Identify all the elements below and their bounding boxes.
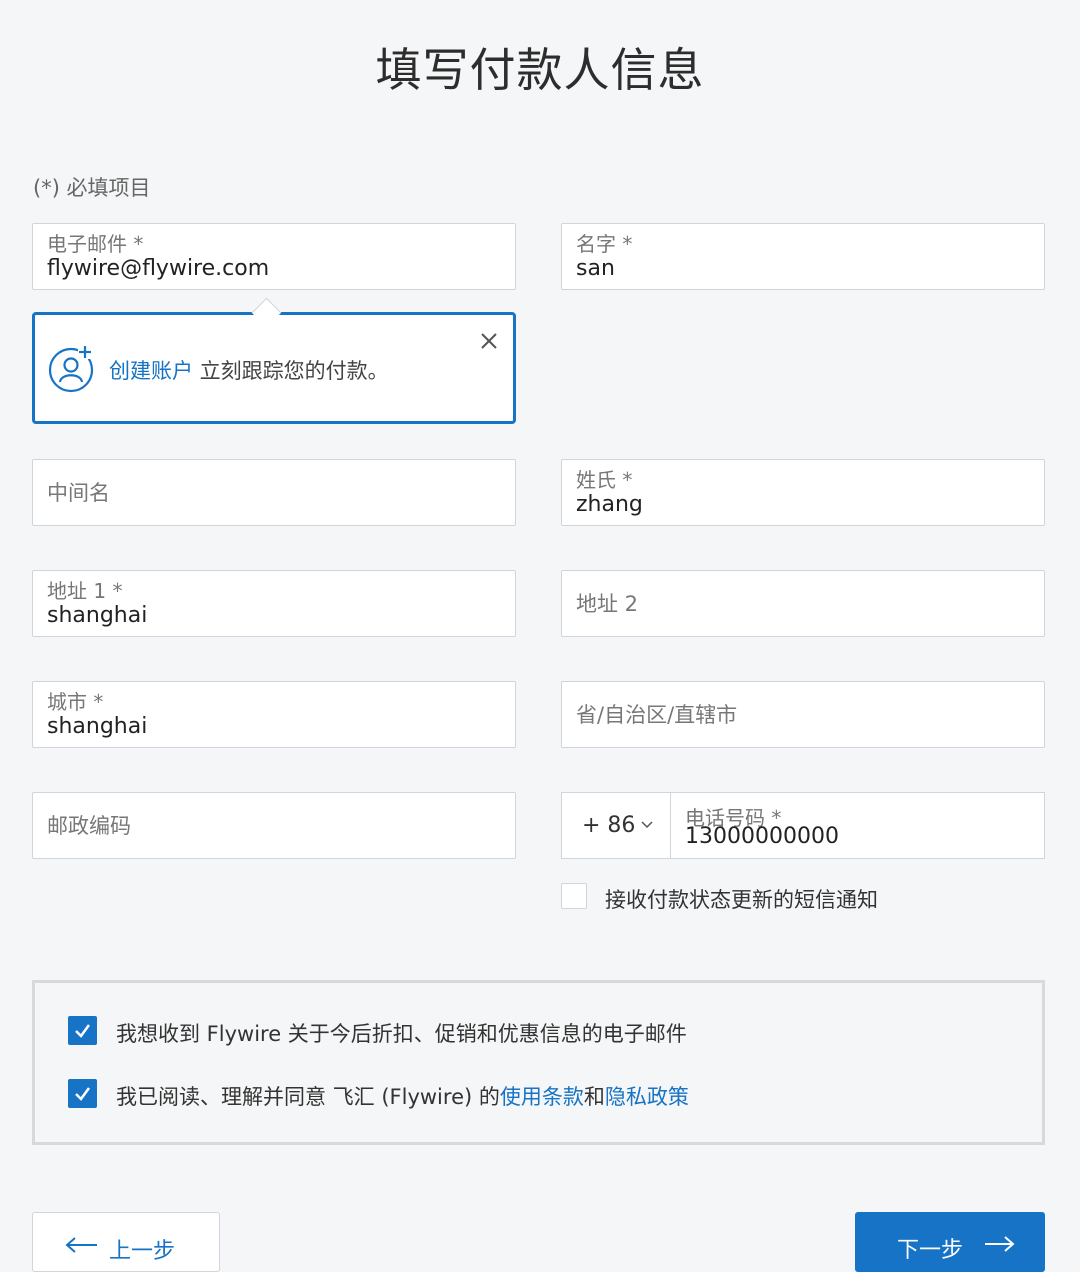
page-title: 填写付款人信息 — [375, 43, 705, 97]
back-button[interactable]: 上一步 — [32, 1212, 220, 1272]
popover-notch — [251, 297, 282, 328]
last-name-label: 姓氏 * — [576, 468, 633, 492]
marketing-label: 我想收到 Flywire 关于今后折扣、促销和优惠信息的电子邮件 — [116, 1022, 687, 1046]
next-button[interactable]: 下一步 — [855, 1212, 1045, 1272]
check-icon — [75, 1024, 91, 1038]
chevron-down-icon — [641, 821, 653, 829]
first-name-value: san — [576, 256, 615, 281]
sms-checkbox[interactable] — [561, 883, 587, 909]
consent-panel: 我想收到 Flywire 关于今后折扣、促销和优惠信息的电子邮件 我已阅读、理解… — [32, 980, 1045, 1145]
close-icon[interactable] — [477, 329, 501, 353]
sms-label: 接收付款状态更新的短信通知 — [605, 888, 878, 912]
email-field[interactable]: 电子邮件 * flywire@flywire.com — [32, 223, 516, 290]
create-account-link[interactable]: 创建账户 — [109, 359, 193, 383]
address2-placeholder: 地址 2 — [576, 592, 639, 616]
city-label: 城市 * — [47, 690, 104, 714]
phone-value: 13000000000 — [685, 824, 839, 849]
arrow-right-icon — [985, 1236, 1015, 1252]
email-value: flywire@flywire.com — [47, 256, 270, 281]
terms-checkbox[interactable] — [68, 1079, 97, 1108]
address1-label: 地址 1 * — [47, 579, 123, 603]
country-code-value: + 86 — [582, 813, 636, 838]
postal-code-field[interactable]: 邮政编码 — [32, 792, 516, 859]
add-user-icon — [48, 345, 94, 393]
address1-value: shanghai — [47, 603, 148, 628]
terms-of-use-link[interactable]: 使用条款 — [500, 1085, 584, 1109]
terms-and: 和 — [583, 1085, 605, 1109]
province-placeholder: 省/自治区/直辖市 — [576, 703, 738, 727]
address2-field[interactable]: 地址 2 — [561, 570, 1045, 637]
first-name-label: 名字 * — [576, 232, 633, 256]
phone-field[interactable]: 电话号码 * 13000000000 — [670, 792, 1045, 859]
arrow-left-icon — [65, 1237, 97, 1253]
middle-name-placeholder: 中间名 — [47, 481, 110, 505]
city-field[interactable]: 城市 * shanghai — [32, 681, 516, 748]
marketing-checkbox[interactable] — [68, 1016, 97, 1045]
last-name-value: zhang — [576, 492, 643, 517]
required-note: (*) 必填项目 — [33, 176, 151, 200]
province-field[interactable]: 省/自治区/直辖市 — [561, 681, 1045, 748]
check-icon — [75, 1087, 91, 1101]
popover-text: 立刻跟踪您的付款。 — [193, 359, 389, 383]
terms-prefix: 我已阅读、理解并同意 飞汇 (Flywire) 的 — [116, 1085, 500, 1109]
popover-message: 创建账户 立刻跟踪您的付款。 — [109, 355, 389, 385]
email-label: 电子邮件 * — [47, 232, 144, 256]
city-value: shanghai — [47, 714, 148, 739]
back-button-label: 上一步 — [109, 1239, 176, 1264]
address1-field[interactable]: 地址 1 * shanghai — [32, 570, 516, 637]
privacy-policy-link[interactable]: 隐私政策 — [605, 1085, 689, 1109]
create-account-popover: 创建账户 立刻跟踪您的付款。 — [32, 297, 516, 424]
first-name-field[interactable]: 名字 * san — [561, 223, 1045, 290]
terms-label: 我已阅读、理解并同意 飞汇 (Flywire) 的使用条款和隐私政策 — [116, 1081, 689, 1111]
postal-code-placeholder: 邮政编码 — [47, 814, 131, 838]
country-code-select[interactable]: + 86 — [561, 792, 671, 859]
last-name-field[interactable]: 姓氏 * zhang — [561, 459, 1045, 526]
next-button-label: 下一步 — [897, 1238, 964, 1263]
middle-name-field[interactable]: 中间名 — [32, 459, 516, 526]
